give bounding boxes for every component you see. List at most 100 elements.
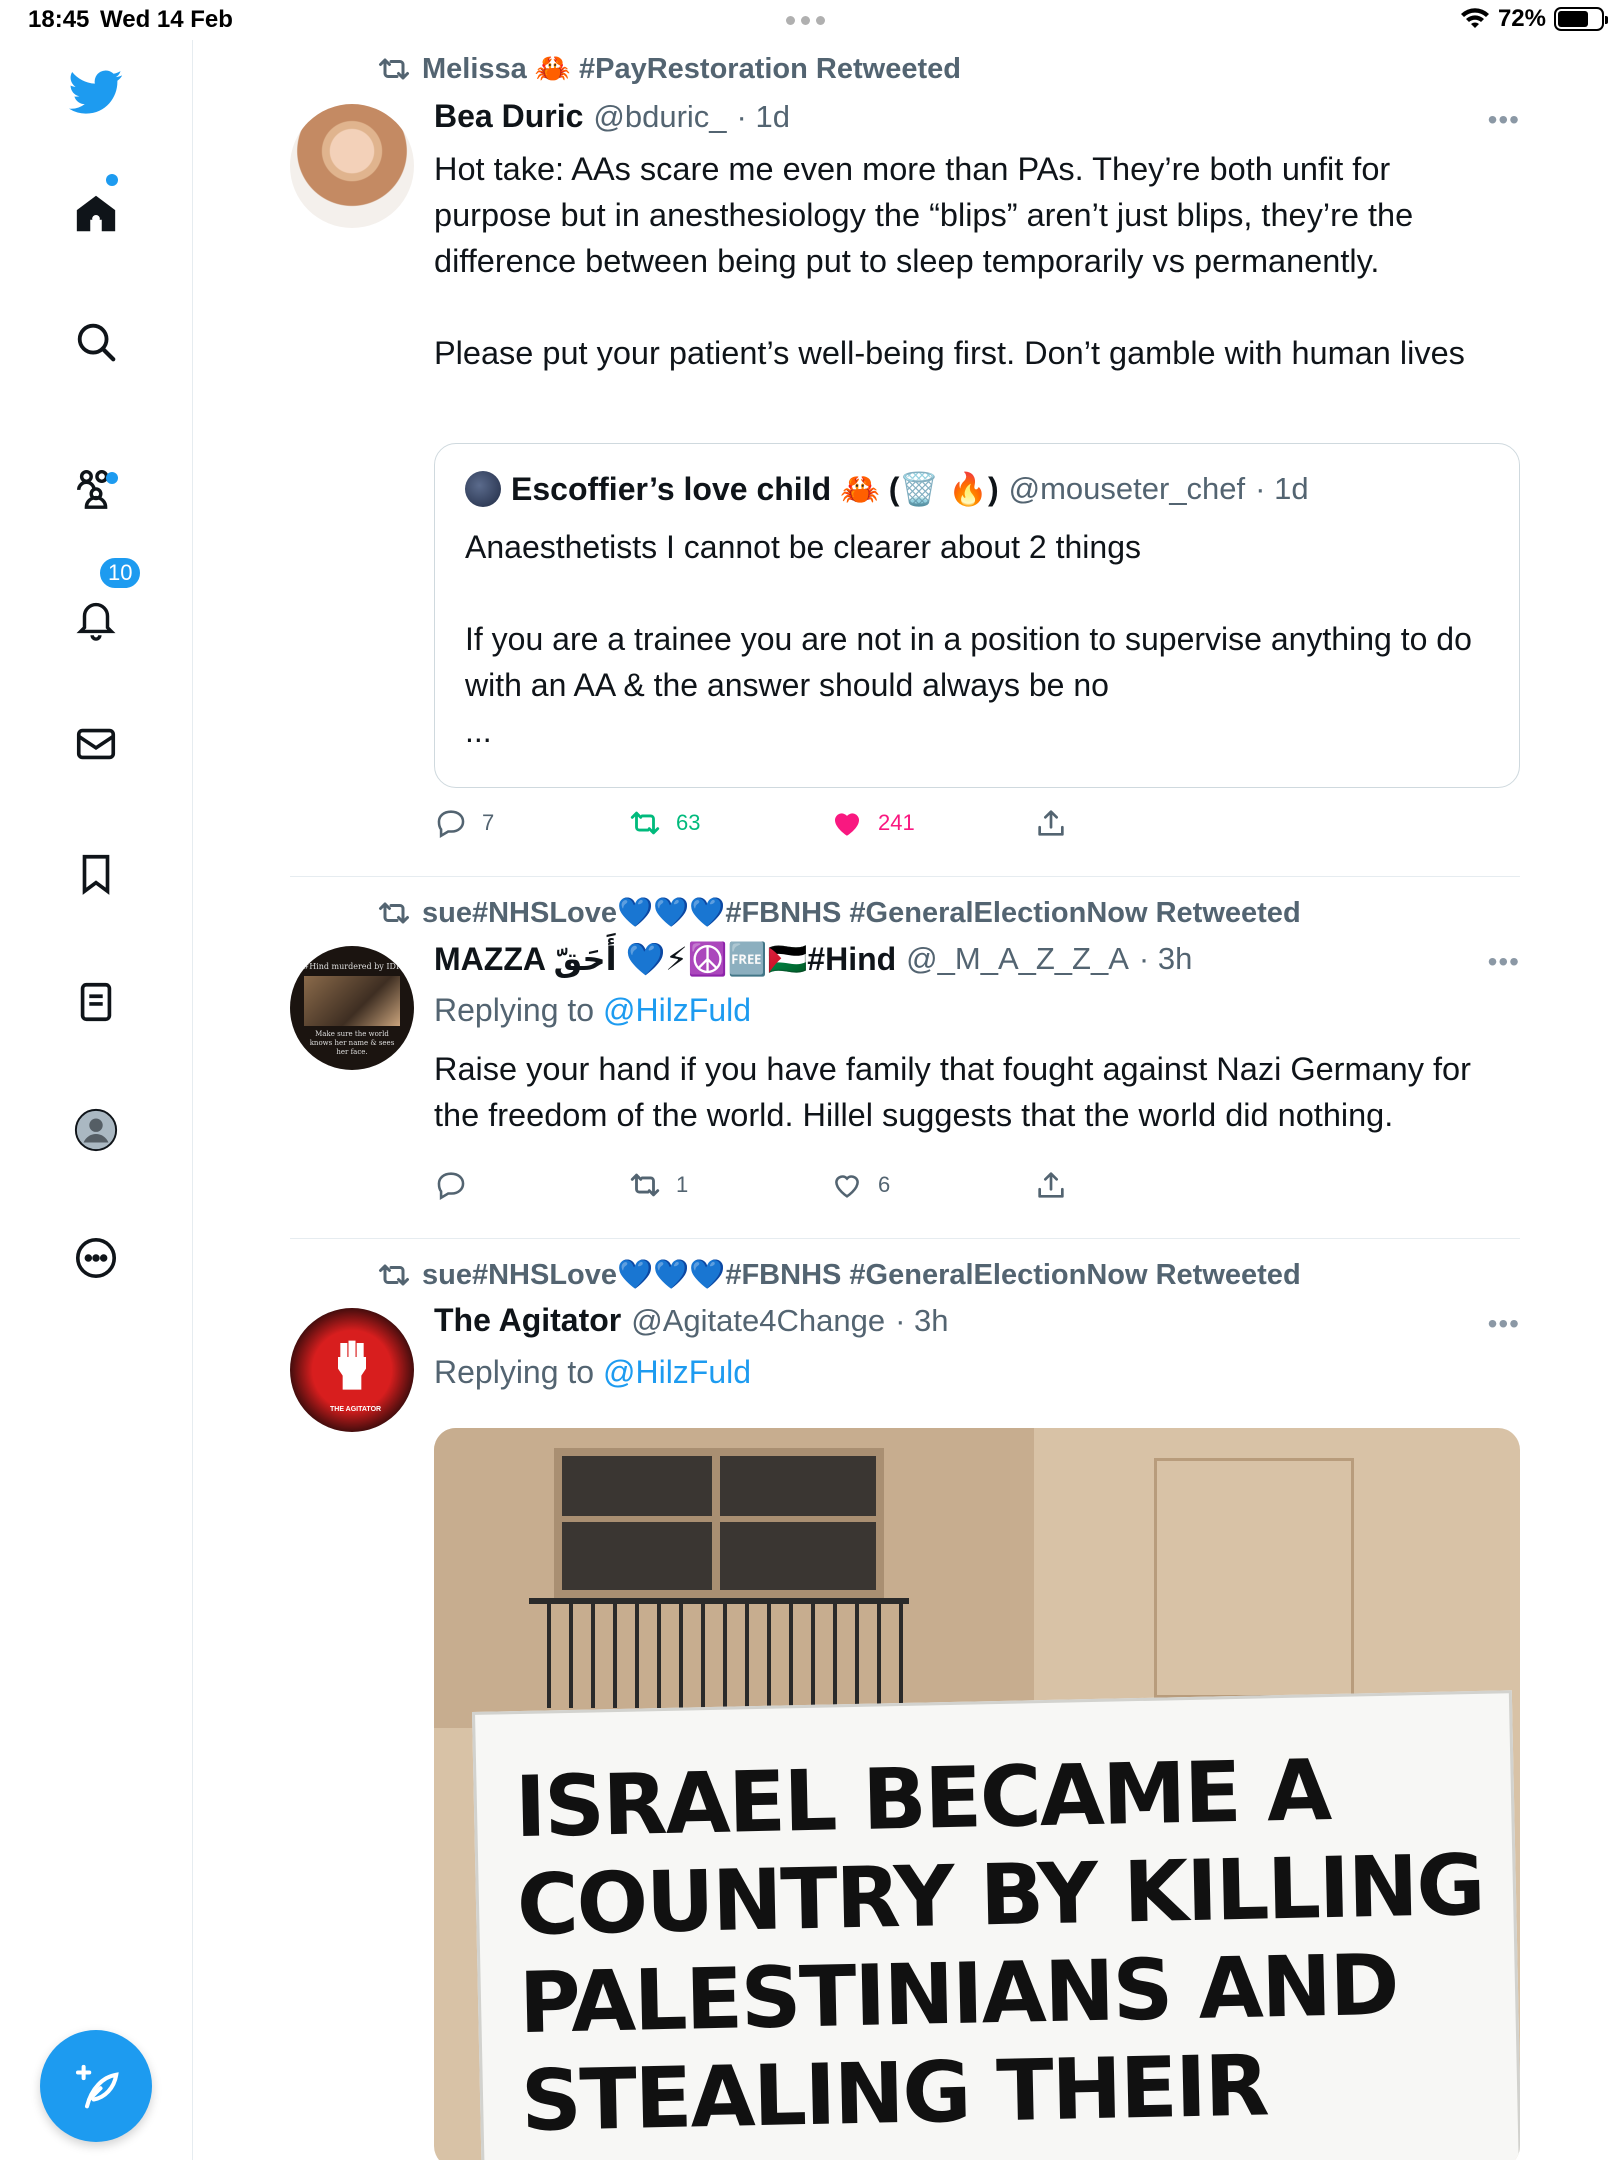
- retweet-count: 63: [676, 810, 701, 835]
- quote-author-handle: @mouseter_chef: [1008, 471, 1246, 506]
- search-icon[interactable]: [66, 312, 126, 372]
- author-name[interactable]: Bea Duric: [434, 98, 583, 135]
- retweet-context: sue#NHSLove💙💙💙#FBNHS #GeneralElectionNow…: [376, 1258, 1301, 1292]
- retweet-icon: [630, 1173, 660, 1197]
- retweeted-by-label: sue#NHSLove💙💙💙#FBNHS #GeneralElectionNow…: [422, 897, 1301, 929]
- profile-icon[interactable]: [66, 1100, 126, 1160]
- retweet-button[interactable]: 63: [628, 806, 700, 840]
- tweet-actions: 1 6: [434, 1168, 1094, 1208]
- replying-to-label: Replying to: [434, 1354, 595, 1390]
- building-window: [554, 1448, 884, 1598]
- quote-time: · 1d: [1255, 471, 1309, 506]
- sidebar-nav: 10: [0, 40, 193, 2160]
- quote-text-paragraph: If you are a trainee you are not in a po…: [465, 621, 1472, 703]
- lists-icon[interactable]: [66, 972, 126, 1032]
- communities-icon[interactable]: [66, 458, 126, 518]
- twitter-bird-icon[interactable]: [66, 62, 126, 122]
- author-handle[interactable]: @bduric_: [593, 99, 726, 135]
- home-notification-dot: [106, 174, 118, 186]
- like-button[interactable]: 241: [830, 806, 915, 840]
- share-button[interactable]: [1034, 806, 1068, 840]
- status-time: 18:45: [28, 6, 90, 33]
- multitasking-dots-icon[interactable]: [786, 16, 825, 25]
- avatar-photo: [304, 976, 400, 1026]
- tweet-time[interactable]: · 1d: [737, 99, 790, 135]
- reply-icon: [437, 810, 465, 839]
- tweet-text-paragraph: Hot take: AAs scare me even more than PA…: [434, 151, 1414, 279]
- reply-count: 7: [482, 810, 495, 835]
- tweet-time[interactable]: · 3h: [1139, 941, 1192, 977]
- raised-fist-icon: [338, 1340, 366, 1390]
- tweet-text: Raise your hand if you have family that …: [434, 1051, 1471, 1133]
- more-options-icon[interactable]: •••: [1488, 946, 1520, 978]
- bookmark-icon[interactable]: [66, 844, 126, 904]
- tweet-time[interactable]: · 3h: [895, 1303, 948, 1339]
- compose-tweet-button[interactable]: [40, 2030, 152, 2142]
- battery-icon: [1554, 7, 1608, 31]
- quoted-tweet[interactable]: Escoffier’s love child 🦀 (🗑️ 🔥) @mousete…: [434, 443, 1520, 788]
- avatar-caption-top: #Hind murdered by IDF: [302, 962, 402, 971]
- more-options-icon[interactable]: •••: [1488, 1308, 1520, 1340]
- share-button[interactable]: [1034, 1168, 1068, 1202]
- quote-avatar[interactable]: [465, 471, 501, 507]
- avatar[interactable]: #Hind murdered by IDF Make sure the worl…: [290, 946, 414, 1070]
- like-count: 6: [878, 1172, 891, 1197]
- tweet-text-paragraph: Please put your patient’s well-being fir…: [434, 335, 1465, 371]
- status-bar: 18:45 Wed 14 Feb 72%: [0, 0, 1620, 40]
- retweeted-by-label: Melissa 🦀 #PayRestoration Retweeted: [422, 53, 961, 85]
- retweet-count: 1: [676, 1172, 689, 1197]
- heart-icon: [835, 1175, 859, 1198]
- more-options-icon[interactable]: •••: [1488, 104, 1520, 136]
- author-name[interactable]: The Agitator: [434, 1302, 621, 1339]
- more-icon[interactable]: [66, 1228, 126, 1288]
- retweet-icon: [379, 58, 409, 80]
- avatar[interactable]: [290, 104, 414, 228]
- retweet-context: Melissa 🦀 #PayRestoration Retweeted: [376, 52, 961, 86]
- notifications-badge: 10: [98, 556, 143, 590]
- reply-button[interactable]: [434, 1168, 482, 1202]
- tweet-actions: 7 63 241: [434, 806, 1094, 846]
- tweet-divider: [290, 1238, 1520, 1239]
- status-date: Wed 14 Feb: [100, 6, 233, 33]
- retweet-button[interactable]: 1: [628, 1168, 688, 1202]
- quote-text: Anaesthetists I cannot be clearer about …: [465, 524, 1495, 754]
- tweet-divider: [290, 876, 1520, 877]
- author-name[interactable]: MAZZA أَحَقّ 💙⚡☮️🆓🇵🇸#Hind: [434, 940, 896, 978]
- retweet-icon: [630, 811, 660, 835]
- retweet-context: sue#NHSLove💙💙💙#FBNHS #GeneralElectionNow…: [376, 896, 1301, 930]
- heart-filled-icon: [834, 813, 860, 836]
- replying-to-link[interactable]: @HilzFuld: [603, 992, 751, 1028]
- tweet[interactable]: sue#NHSLove💙💙💙#FBNHS #GeneralElectionNow…: [290, 896, 1520, 1256]
- author-handle[interactable]: @_M_A_Z_Z_A: [906, 941, 1129, 977]
- avatar-caption: THE AGITATOR: [330, 1406, 382, 1413]
- replying-to-label: Replying to: [434, 992, 595, 1028]
- avatar-caption-bottom: Make sure the world knows her name & see…: [309, 1030, 395, 1056]
- reply-icon: [437, 1172, 465, 1201]
- like-count: 241: [878, 810, 915, 835]
- replying-to: Replying to @HilzFuld: [434, 1354, 751, 1391]
- like-button[interactable]: 6: [830, 1168, 890, 1202]
- communities-notification-dot: [106, 472, 118, 484]
- compose-icon: [75, 2064, 119, 2109]
- replying-to-link[interactable]: @HilzFuld: [603, 1354, 751, 1390]
- share-icon: [1038, 810, 1064, 836]
- home-icon[interactable]: [66, 184, 126, 244]
- balcony-railing: [529, 1598, 909, 1708]
- battery-percent: 72%: [1497, 5, 1546, 32]
- wall-panel: [1154, 1458, 1354, 1698]
- author-handle[interactable]: @Agitate4Change: [631, 1303, 885, 1339]
- tweet[interactable]: Melissa 🦀 #PayRestoration Retweeted Bea …: [290, 40, 1520, 880]
- share-icon: [1038, 1172, 1064, 1198]
- quote-text-ellipsis: ...: [465, 713, 492, 749]
- retweeted-by-label: sue#NHSLove💙💙💙#FBNHS #GeneralElectionNow…: [422, 1259, 1301, 1291]
- quote-text-paragraph: Anaesthetists I cannot be clearer about …: [465, 529, 1141, 565]
- replying-to: Replying to @HilzFuld: [434, 992, 751, 1029]
- sign-text: ISRAEL BECAME A COUNTRY BY KILLING PALES…: [513, 1741, 1485, 2160]
- quote-author-name: Escoffier’s love child 🦀 (🗑️ 🔥): [511, 471, 999, 507]
- bell-icon[interactable]: [66, 588, 126, 648]
- tweet-image[interactable]: ISRAEL BECAME A COUNTRY BY KILLING PALES…: [434, 1428, 1520, 2160]
- reply-button[interactable]: 7: [434, 806, 494, 840]
- retweet-icon: [379, 902, 409, 924]
- avatar[interactable]: THE AGITATOR: [290, 1308, 414, 1432]
- mail-icon[interactable]: [66, 714, 126, 774]
